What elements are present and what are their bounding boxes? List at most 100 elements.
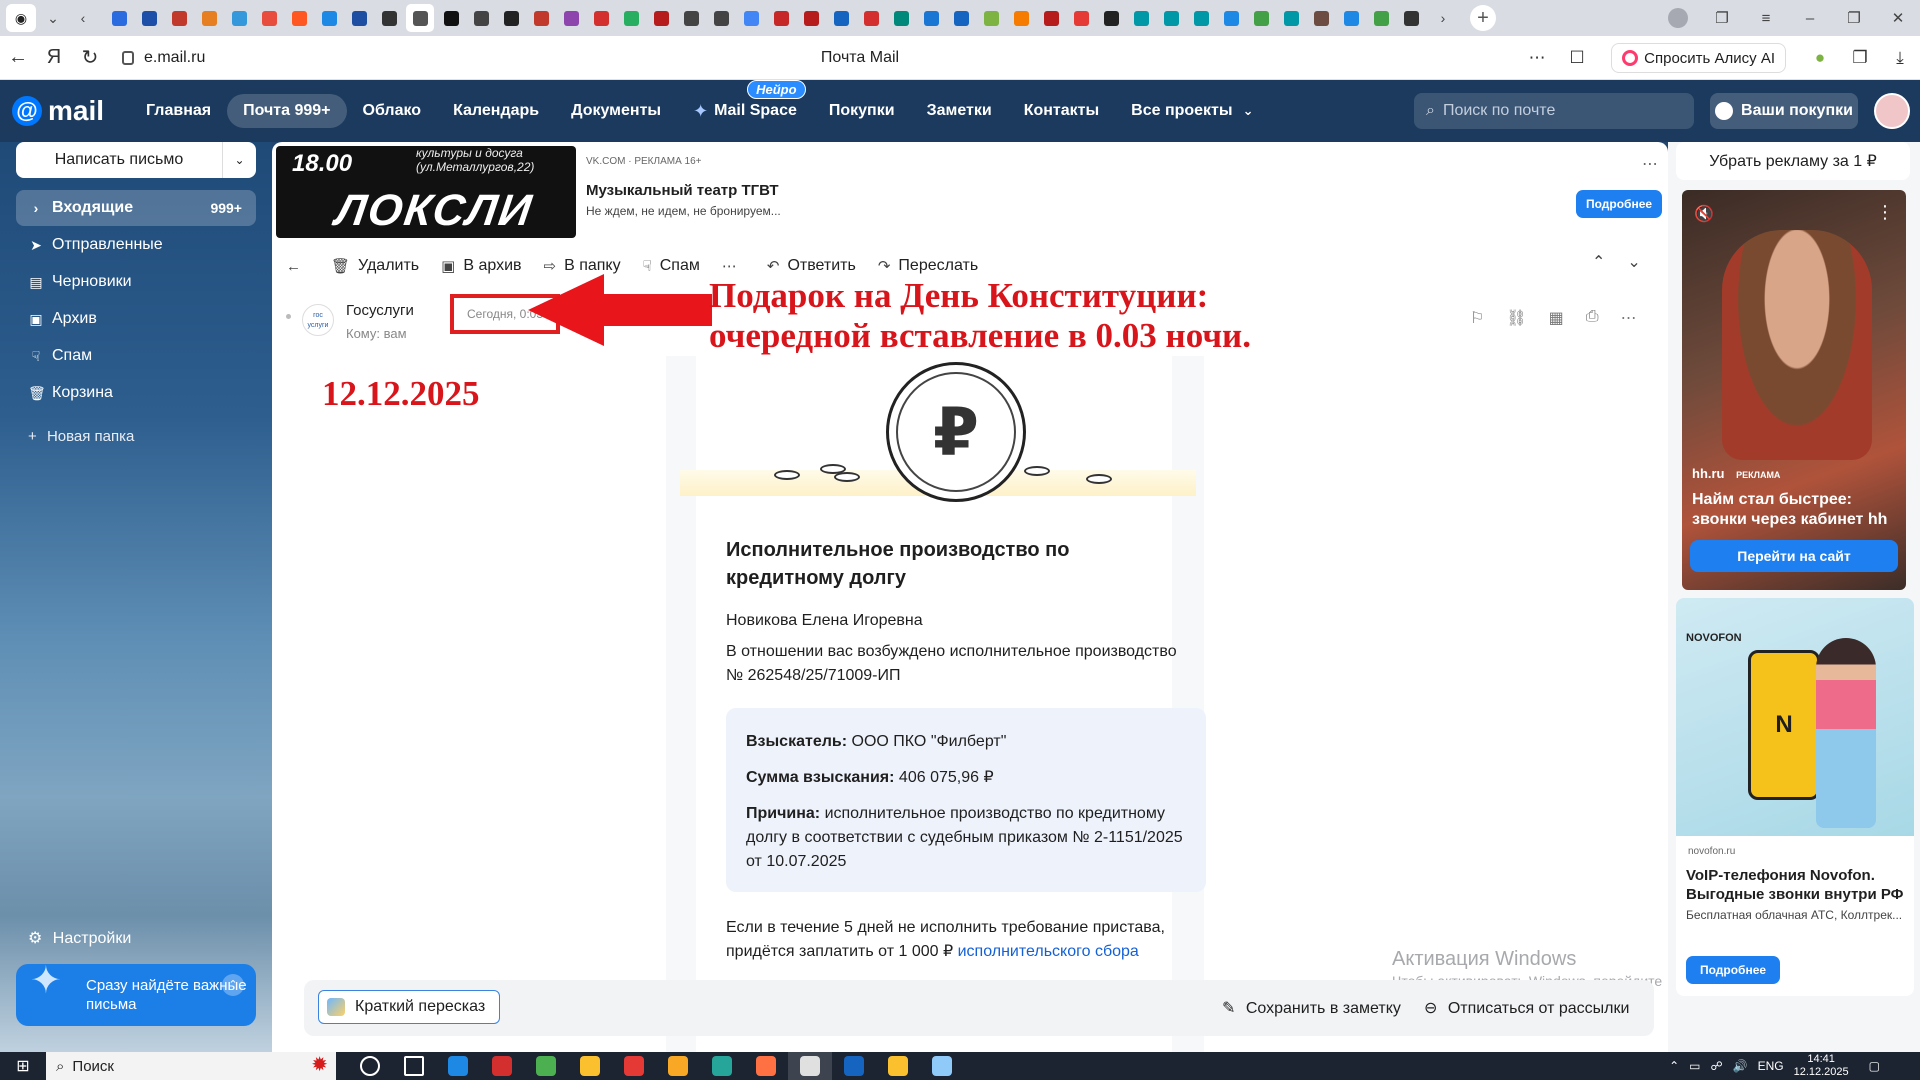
browser-tab[interactable]: [468, 6, 494, 30]
battery-icon[interactable]: ▭: [1689, 1059, 1700, 1073]
tab-list-chevron-icon[interactable]: ⌄: [40, 5, 66, 31]
browser-tab[interactable]: [1128, 6, 1154, 30]
browser-tab[interactable]: [798, 6, 824, 30]
browser-tab[interactable]: [1248, 6, 1274, 30]
volume-icon[interactable]: 🔊: [1733, 1059, 1748, 1073]
reply-button[interactable]: ↶ Ответить: [767, 257, 856, 275]
browser-tab[interactable]: [708, 6, 734, 30]
mute-icon[interactable]: 🔇: [1694, 204, 1714, 224]
reload-icon[interactable]: ↻: [72, 45, 108, 70]
browser-tab[interactable]: [888, 6, 914, 30]
promo-collapse-icon[interactable]: ⌃: [222, 974, 244, 996]
collections-icon[interactable]: ❐: [1700, 9, 1744, 27]
ad-more-icon[interactable]: ⋯: [1642, 154, 1658, 174]
browser-menu-hamburger-icon[interactable]: ≡: [1744, 10, 1788, 27]
new-folder-button[interactable]: + Новая папка: [28, 428, 134, 445]
taskbar-app[interactable]: [524, 1052, 568, 1080]
unsubscribe-button[interactable]: ⊖ Отписаться от рассылки: [1424, 998, 1629, 1018]
browser-tab[interactable]: [858, 6, 884, 30]
browser-tab[interactable]: [918, 6, 944, 30]
browser-tab[interactable]: [286, 6, 312, 30]
browser-tab[interactable]: [1068, 6, 1094, 30]
collections-icon-2[interactable]: ❐: [1840, 48, 1880, 68]
brief-summary-button[interactable]: Краткий пересказ: [318, 990, 500, 1024]
forward-button[interactable]: ↷ Переслать: [878, 257, 978, 275]
browser-tab[interactable]: [1008, 6, 1034, 30]
remove-ads-button[interactable]: Убрать рекламу за 1 ₽: [1676, 142, 1910, 180]
browser-tab[interactable]: [406, 4, 434, 32]
nav-purchases[interactable]: Покупки: [813, 94, 911, 128]
browser-tab[interactable]: [588, 6, 614, 30]
nav-home[interactable]: Главная: [130, 94, 227, 128]
hh-go-to-site-button[interactable]: Перейти на сайт: [1690, 540, 1898, 572]
browser-tab[interactable]: [558, 6, 584, 30]
browser-tab[interactable]: [376, 6, 402, 30]
taskbar-app[interactable]: [392, 1052, 436, 1080]
extension-icon[interactable]: ●: [1800, 48, 1840, 68]
minimize-icon[interactable]: –: [1788, 10, 1832, 27]
browser-tab[interactable]: [1158, 6, 1184, 30]
unread-dot[interactable]: [286, 314, 291, 319]
browser-profile-avatar[interactable]: [1668, 8, 1688, 28]
browser-tab[interactable]: [1188, 6, 1214, 30]
browser-tab[interactable]: [528, 6, 554, 30]
print-icon[interactable]: ⎙: [1586, 308, 1599, 328]
folder-spam[interactable]: ☟ Спам: [16, 338, 256, 374]
new-tab-button[interactable]: +: [1470, 5, 1496, 31]
next-message-icon[interactable]: ⌄: [1627, 252, 1640, 272]
browser-tab[interactable]: [1278, 6, 1304, 30]
folder-archive[interactable]: ▣ Архив: [16, 301, 256, 337]
ad-title[interactable]: Музыкальный театр ТГВТ: [586, 182, 779, 199]
back-icon[interactable]: ←: [0, 46, 36, 69]
nav-all-projects[interactable]: Все проекты ⌄: [1115, 94, 1269, 128]
restore-icon[interactable]: ❐: [1832, 9, 1876, 27]
enforcement-fee-link[interactable]: исполнительского сбора: [958, 943, 1139, 960]
language-indicator[interactable]: ENG: [1758, 1059, 1784, 1073]
folder-drafts[interactable]: ▤ Черновики: [16, 264, 256, 300]
folder-trash[interactable]: 🗑 Корзина: [16, 375, 256, 411]
nav-cloud[interactable]: Облако: [347, 94, 438, 128]
yandex-home-icon[interactable]: Я: [36, 46, 72, 69]
nav-documents[interactable]: Документы: [555, 94, 677, 128]
bookmark-icon[interactable]: ⚐: [1470, 308, 1484, 328]
link-icon[interactable]: ⛓: [1506, 308, 1526, 328]
novofon-details-button[interactable]: Подробнее: [1686, 956, 1780, 984]
windows-start-icon[interactable]: ⊞: [0, 1056, 46, 1076]
search-input[interactable]: [1442, 102, 1663, 120]
archive-button[interactable]: ▣ В архив: [441, 257, 521, 275]
browser-menu-icon[interactable]: ◉: [6, 4, 36, 32]
taskbar-app[interactable]: [700, 1052, 744, 1080]
taskbar-app[interactable]: [656, 1052, 700, 1080]
browser-tab[interactable]: [618, 6, 644, 30]
taskbar-app[interactable]: [612, 1052, 656, 1080]
ad-details-button[interactable]: Подробнее: [1576, 190, 1662, 218]
taskbar-app[interactable]: [744, 1052, 788, 1080]
top-ad-banner[interactable]: 18.00 культуры и досуга (ул.Металлургов,…: [276, 146, 1666, 240]
network-icon[interactable]: ☍: [1710, 1059, 1722, 1073]
browser-tab[interactable]: [346, 6, 372, 30]
browser-tab[interactable]: [1398, 6, 1424, 30]
taskbar-app[interactable]: [436, 1052, 480, 1080]
taskbar-app[interactable]: [920, 1052, 964, 1080]
browser-tab[interactable]: [948, 6, 974, 30]
browser-tab[interactable]: [1338, 6, 1364, 30]
browser-tab[interactable]: [1218, 6, 1244, 30]
ask-alice-button[interactable]: Спросить Алису AI: [1611, 43, 1786, 73]
close-window-icon[interactable]: ✕: [1876, 9, 1920, 27]
folder-sent[interactable]: ➤ Отправленные: [16, 227, 256, 263]
mail-logo[interactable]: @ mail: [12, 95, 104, 127]
folder-inbox[interactable]: › Входящие 999+: [16, 190, 256, 226]
browser-tab[interactable]: [256, 6, 282, 30]
taskbar-app[interactable]: [480, 1052, 524, 1080]
browser-tab[interactable]: [1308, 6, 1334, 30]
taskbar-clock[interactable]: 14:41 12.12.2025: [1794, 1053, 1849, 1079]
browser-tab[interactable]: [828, 6, 854, 30]
back-to-list-button[interactable]: ←: [286, 258, 309, 275]
previous-message-icon[interactable]: ⌃: [1592, 252, 1605, 272]
notifications-icon[interactable]: ▢: [1869, 1059, 1880, 1073]
user-avatar[interactable]: [1874, 93, 1910, 129]
tabs-scroll-left-icon[interactable]: ‹: [70, 5, 96, 31]
your-purchases-button[interactable]: Ваши покупки: [1710, 93, 1858, 129]
more-dots-icon[interactable]: ⋯: [1517, 48, 1557, 68]
browser-tab[interactable]: [226, 6, 252, 30]
